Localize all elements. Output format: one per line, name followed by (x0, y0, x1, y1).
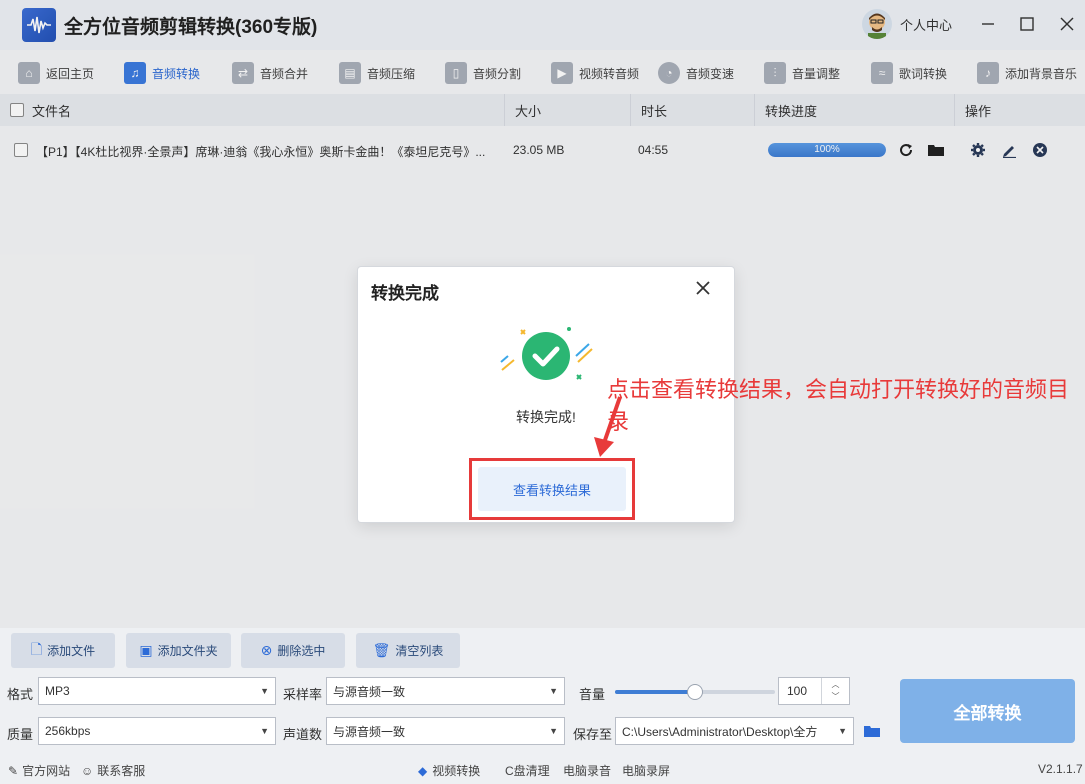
save-path-value: C:\Users\Administrator\Desktop\全方 (622, 724, 818, 739)
highlight-frame: 查看转换结果 (469, 458, 635, 520)
clear-list-label: 清空列表 (395, 644, 444, 658)
add-folder-icon: ▣ (139, 642, 153, 658)
version-label: V2.1.1.7 (1038, 762, 1083, 776)
channels-select[interactable]: 与源音频一致 ▼ (326, 717, 565, 745)
c-clean-link[interactable]: C盘清理 (505, 762, 550, 779)
quality-select[interactable]: 256kbps ▼ (38, 717, 276, 745)
support-label: 联系客服 (97, 764, 146, 778)
channels-label: 声道数 (283, 727, 323, 742)
volume-stepper[interactable]: ︿ ﹀ (821, 678, 849, 704)
quality-label: 质量 (7, 727, 34, 742)
annotation-arrow-icon (594, 396, 622, 457)
delete-circle-icon: ⊗ (260, 642, 273, 658)
official-site-label: 官方网站 (22, 764, 71, 778)
convert-all-button[interactable]: 全部转换 (900, 679, 1075, 743)
add-folder-button[interactable]: ▣ 添加文件夹 (126, 633, 231, 668)
volume-label: 音量 (579, 687, 606, 702)
official-site-link[interactable]: ✎ 官方网站 (8, 762, 70, 779)
support-link[interactable]: ☺ 联系客服 (81, 762, 145, 779)
volume-slider-fill (615, 690, 695, 694)
annotation-text: 点击查看转换结果，会自动打开转换好的音频目录 (607, 377, 1070, 434)
view-result-button[interactable]: 查看转换结果 (478, 467, 626, 511)
add-file-button[interactable]: 🗋 添加文件 (11, 633, 115, 668)
action-bar: 🗋 添加文件 ▣ 添加文件夹 ⊗ 删除选中 🗑 清空列表 (0, 628, 1085, 674)
dialog-title: 转换完成 (371, 284, 439, 303)
video-convert-icon: ◆ (418, 763, 428, 778)
chevron-down-icon[interactable]: ﹀ (832, 691, 840, 703)
volume-slider-thumb[interactable] (687, 684, 703, 700)
save-to-label: 保存至 (573, 727, 613, 742)
success-check-icon (500, 327, 593, 380)
browse-folder-icon[interactable] (861, 720, 883, 742)
format-value: MP3 (45, 684, 70, 698)
volume-value: 100 (787, 684, 808, 698)
save-path-select[interactable]: C:\Users\Administrator\Desktop\全方 ▼ (615, 717, 854, 745)
record-screen-link[interactable]: 电脑录屏 (622, 762, 670, 779)
clear-list-button[interactable]: 🗑 清空列表 (356, 633, 460, 668)
sample-rate-select[interactable]: 与源音频一致 ▼ (326, 677, 565, 705)
add-file-label: 添加文件 (47, 644, 96, 658)
format-label: 格式 (7, 687, 34, 702)
chevron-down-icon: ▼ (260, 686, 269, 696)
channels-value: 与源音频一致 (333, 724, 406, 739)
volume-input[interactable]: 100 ︿ ﹀ (778, 677, 850, 705)
video-convert-link[interactable]: ◆ 视频转换 (418, 762, 480, 779)
wrench-icon: ✎ (8, 763, 19, 778)
chevron-down-icon: ▼ (836, 726, 847, 736)
dialog-close-icon[interactable] (692, 277, 714, 299)
video-convert-label: 视频转换 (432, 764, 481, 778)
chevron-down-icon: ▼ (549, 726, 558, 736)
chevron-down-icon: ▼ (260, 726, 269, 736)
add-folder-label: 添加文件夹 (157, 644, 218, 658)
chevron-down-icon: ▼ (549, 686, 558, 696)
chevron-up-icon[interactable]: ︿ (832, 679, 840, 691)
delete-selected-button[interactable]: ⊗ 删除选中 (241, 633, 345, 668)
format-select[interactable]: MP3 ▼ (38, 677, 276, 705)
quality-value: 256kbps (45, 724, 91, 738)
trash-icon: 🗑 (372, 642, 391, 658)
delete-selected-label: 删除选中 (277, 644, 326, 658)
status-bar: ✎ 官方网站 ☺ 联系客服 ◆ 视频转换 C盘清理 电脑录音 电脑录屏 V2.1… (0, 756, 1085, 784)
record-audio-link[interactable]: 电脑录音 (563, 762, 611, 779)
sample-rate-value: 与源音频一致 (333, 684, 406, 699)
add-file-icon: 🗋 (30, 640, 43, 657)
headset-icon: ☺ (81, 763, 94, 778)
sample-rate-label: 采样率 (283, 687, 323, 702)
